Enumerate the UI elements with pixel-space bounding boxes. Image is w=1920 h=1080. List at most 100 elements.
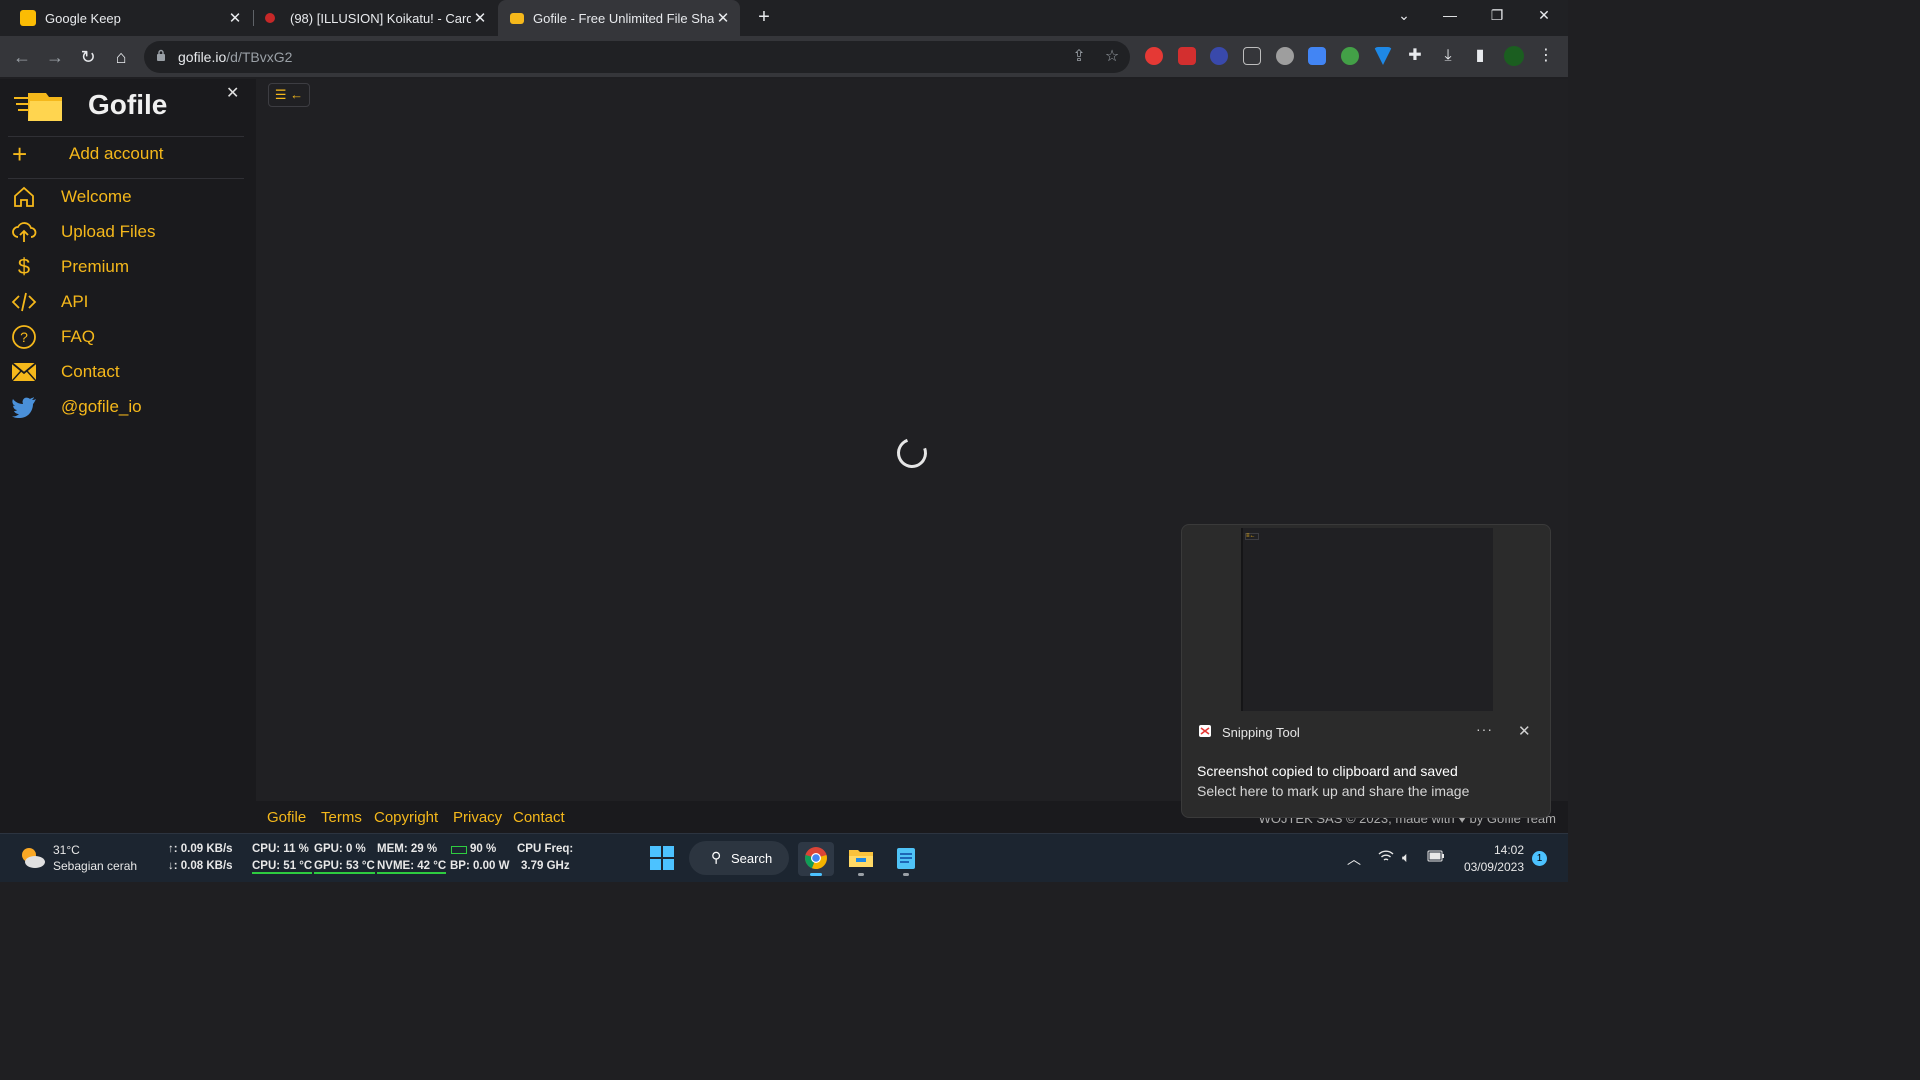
- gpu-temperature: GPU: 53 °C: [314, 860, 375, 874]
- add-account-label: Add account: [69, 144, 164, 163]
- tab-gofile[interactable]: Gofile - Free Unlimited File Sharin ✕: [498, 0, 740, 36]
- battery-charging-icon[interactable]: [1427, 849, 1445, 865]
- taskbar-chrome[interactable]: [798, 842, 834, 876]
- window-close-button[interactable]: ✕: [1521, 0, 1567, 30]
- profile-avatar[interactable]: [1504, 46, 1524, 66]
- share-icon[interactable]: ⇪: [1069, 47, 1089, 67]
- snipping-tool-notification[interactable]: ≡← Snipping Tool ··· ✕ Screenshot copied…: [1181, 524, 1551, 818]
- battery-level: 90 %: [470, 843, 497, 855]
- restore-button[interactable]: ❐: [1474, 0, 1520, 30]
- footer-link-gofile[interactable]: Gofile: [267, 809, 306, 826]
- dollar-icon: $: [17, 254, 31, 279]
- weather-partly-sunny-icon[interactable]: [18, 845, 46, 869]
- windows-taskbar: 31°C Sebagian cerah ↑: 0.09 KB/s ↓: 0.08…: [0, 833, 1568, 882]
- close-icon[interactable]: ✕: [471, 9, 489, 27]
- tab-title: (98) [ILLUSION] Koikatu! - Card S: [290, 10, 471, 26]
- sidebar-item-contact[interactable]: Contact: [10, 357, 120, 387]
- sidebar-item-label: Upload Files: [61, 222, 156, 241]
- tray-overflow-chevron-icon[interactable]: ︿: [1347, 849, 1361, 869]
- running-indicator: [810, 873, 822, 876]
- close-sidebar-icon[interactable]: ✕: [226, 83, 239, 103]
- extension-adblock-icon[interactable]: [1145, 47, 1163, 65]
- bookmark-star-icon[interactable]: ☆: [1102, 47, 1122, 67]
- new-tab-button[interactable]: +: [753, 6, 775, 28]
- search-label: Search: [731, 851, 773, 866]
- reload-button[interactable]: ↻: [76, 45, 100, 69]
- running-indicator: [903, 873, 909, 876]
- start-button[interactable]: [650, 846, 674, 870]
- close-icon[interactable]: ✕: [1518, 722, 1531, 740]
- back-button[interactable]: ←: [10, 45, 34, 69]
- sidebar-item-twitter[interactable]: @gofile_io: [10, 392, 142, 422]
- tab-koikatu[interactable]: (98) [ILLUSION] Koikatu! - Card S ✕: [253, 0, 497, 36]
- weather-description[interactable]: Sebagian cerah: [53, 859, 137, 873]
- tab-title: Gofile - Free Unlimited File Sharin: [533, 10, 714, 26]
- toggle-sidebar-button[interactable]: ☰ ←: [268, 83, 310, 107]
- clock-date[interactable]: 03/09/2023: [1464, 860, 1524, 874]
- gpu-usage: GPU: 0 %: [314, 843, 366, 855]
- footer-link-terms[interactable]: Terms: [321, 809, 362, 826]
- notepad-icon: [897, 848, 915, 869]
- more-options-icon[interactable]: ···: [1476, 721, 1493, 737]
- loading-spinner: [892, 433, 932, 473]
- forward-button[interactable]: →: [43, 45, 67, 69]
- download-icon[interactable]: ⤓: [1437, 45, 1459, 67]
- cpu-freq-value: 3.79 GHz: [521, 860, 570, 872]
- address-bar[interactable]: gofile.io/d/TBvxG2 ⇪ ☆: [144, 41, 1130, 73]
- site-icon: [265, 13, 275, 23]
- weather-temperature[interactable]: 31°C: [53, 843, 80, 857]
- notification-badge[interactable]: 1: [1532, 851, 1547, 866]
- footer-link-privacy[interactable]: Privacy: [453, 809, 502, 826]
- network-upload: ↑: 0.09 KB/s: [168, 843, 233, 855]
- home-icon: [10, 183, 38, 211]
- extension-glasses-icon[interactable]: [1243, 47, 1261, 65]
- extension-video-icon[interactable]: [1178, 47, 1196, 65]
- twitter-icon: [10, 393, 38, 421]
- extension-globe-icon[interactable]: [1276, 47, 1294, 65]
- extension-cursor-icon[interactable]: [1210, 47, 1228, 65]
- search-icon: ⚲: [711, 849, 722, 865]
- extension-translate-icon[interactable]: [1308, 47, 1326, 65]
- taskbar-file-explorer[interactable]: [843, 842, 879, 876]
- taskbar-notepad[interactable]: [888, 842, 924, 876]
- sidebar-item-faq[interactable]: ? FAQ: [10, 322, 95, 352]
- nvme-temperature: NVME: 42 °C: [377, 860, 447, 874]
- extension-color-icon[interactable]: [1341, 47, 1359, 65]
- brand-title[interactable]: Gofile: [88, 89, 167, 121]
- notification-app-name: Snipping Tool: [1222, 725, 1300, 740]
- sidebar-item-label: @gofile_io: [61, 397, 142, 416]
- url-text: gofile.io/d/TBvxG2: [178, 49, 293, 65]
- minimize-button[interactable]: —: [1427, 0, 1473, 30]
- browser-tab-strip: Google Keep ✕ (98) [ILLUSION] Koikatu! -…: [0, 0, 1568, 36]
- wifi-icon[interactable]: [1378, 849, 1394, 866]
- screenshot-preview[interactable]: ≡←: [1241, 528, 1493, 711]
- sidebar-item-upload-files[interactable]: Upload Files: [10, 217, 156, 247]
- extensions-puzzle-icon[interactable]: ✚: [1404, 45, 1426, 67]
- lock-icon[interactable]: [156, 49, 166, 61]
- close-icon[interactable]: ✕: [226, 9, 244, 27]
- taskbar-search[interactable]: ⚲ Search: [689, 841, 789, 875]
- close-icon[interactable]: ✕: [714, 9, 732, 27]
- sidebar-item-premium[interactable]: $ Premium: [10, 252, 129, 282]
- side-panel-icon[interactable]: ▮: [1469, 45, 1491, 67]
- envelope-icon: [10, 358, 38, 386]
- tab-search-chevron-icon[interactable]: ⌄: [1381, 0, 1427, 30]
- extension-vpn-icon[interactable]: [1374, 47, 1392, 65]
- add-account-button[interactable]: + Add account: [12, 139, 164, 169]
- sidebar-item-api[interactable]: API: [10, 287, 88, 317]
- running-indicator: [858, 873, 864, 876]
- tab-title: Google Keep: [45, 10, 121, 26]
- tab-google-keep[interactable]: Google Keep ✕: [8, 0, 252, 36]
- sidebar-item-welcome[interactable]: Welcome: [10, 182, 132, 212]
- clock-time[interactable]: 14:02: [1494, 843, 1524, 857]
- sidebar-item-label: Contact: [61, 362, 120, 381]
- question-icon: ?: [10, 323, 38, 351]
- folder-icon: [849, 850, 873, 867]
- browser-menu-icon[interactable]: ⋮: [1535, 45, 1557, 67]
- footer-link-copyright[interactable]: Copyright: [374, 809, 438, 826]
- browser-toolbar: ← → ↻ ⌂ gofile.io/d/TBvxG2 ⇪ ☆ ✚ ⤓ ▮ ⋮: [0, 36, 1568, 78]
- home-button[interactable]: ⌂: [109, 45, 133, 69]
- footer-link-contact[interactable]: Contact: [513, 809, 565, 826]
- memory-usage: MEM: 29 %: [377, 843, 438, 855]
- volume-icon[interactable]: 🔈︎: [1402, 849, 1410, 866]
